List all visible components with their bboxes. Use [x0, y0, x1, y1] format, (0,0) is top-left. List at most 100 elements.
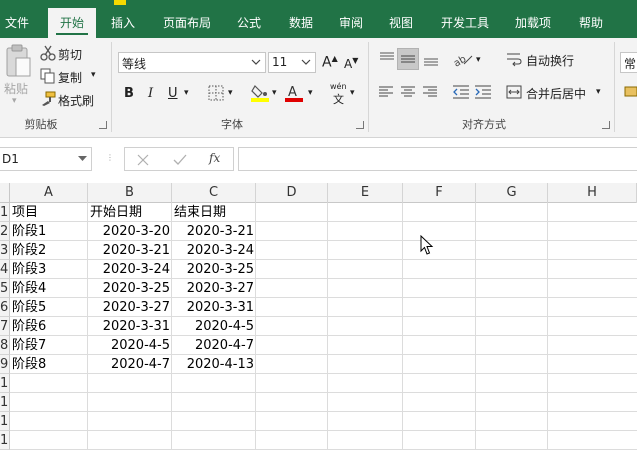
tab-file[interactable]: 文件 [0, 8, 34, 38]
row-header[interactable]: 5 [0, 279, 10, 298]
cell-b12[interactable] [88, 412, 172, 431]
chevron-down-icon[interactable] [78, 156, 87, 162]
wrap-text-button[interactable]: 自动换行 [526, 52, 574, 69]
paste-label[interactable]: 粘贴 [4, 80, 28, 97]
cell-c7[interactable]: 2020-4-5 [172, 317, 256, 336]
cell-c1[interactable]: 结束日期 [172, 203, 256, 222]
underline-dropdown-icon[interactable]: ▾ [184, 88, 189, 98]
font-name-combo[interactable]: 等线 [118, 52, 266, 73]
select-all-corner[interactable] [0, 183, 10, 203]
orientation-dropdown-icon[interactable]: ▾ [476, 55, 481, 65]
copy-button[interactable]: 复制 [58, 69, 82, 86]
tab-page-layout[interactable]: 页面布局 [156, 8, 218, 38]
cell-b2[interactable]: 2020-3-20 [88, 222, 172, 241]
cell-b6[interactable]: 2020-3-27 [88, 298, 172, 317]
cell-a1[interactable]: 项目 [10, 203, 88, 222]
tab-help[interactable]: 帮助 [572, 8, 610, 38]
format-painter-icon[interactable] [40, 91, 56, 107]
borders-icon[interactable] [208, 85, 224, 101]
cancel-entry-icon[interactable] [137, 154, 149, 166]
font-color-dropdown-icon[interactable]: ▾ [308, 88, 313, 98]
cell-b10[interactable] [88, 374, 172, 393]
cell-a8[interactable]: 阶段7 [10, 336, 88, 355]
copy-dropdown-icon[interactable]: ▾ [91, 70, 96, 80]
row-header[interactable]: 10 [0, 374, 10, 393]
cell-a10[interactable] [10, 374, 88, 393]
bold-button[interactable]: B [124, 86, 134, 101]
formula-input[interactable] [238, 147, 637, 171]
name-box[interactable]: D1 [0, 147, 92, 171]
cell-c4[interactable]: 2020-3-25 [172, 260, 256, 279]
column-header-h[interactable]: H [548, 183, 637, 203]
tab-addins[interactable]: 加载项 [508, 8, 558, 38]
cell-a5[interactable]: 阶段4 [10, 279, 88, 298]
fill-color-icon[interactable] [250, 83, 270, 103]
row-header[interactable]: 12 [0, 412, 10, 431]
cell-a2[interactable]: 阶段1 [10, 222, 88, 241]
align-right-icon[interactable] [422, 84, 438, 100]
row-header[interactable]: 9 [0, 355, 10, 374]
row-header[interactable]: 3 [0, 241, 10, 260]
cell-c8[interactable]: 2020-4-7 [172, 336, 256, 355]
fill-color-dropdown-icon[interactable]: ▾ [272, 88, 277, 98]
column-header-d[interactable]: D [256, 183, 328, 203]
row-header[interactable]: 4 [0, 260, 10, 279]
cell-b11[interactable] [88, 393, 172, 412]
cell-c11[interactable] [172, 393, 256, 412]
cell-a13[interactable] [10, 431, 88, 450]
cell-b4[interactable]: 2020-3-24 [88, 260, 172, 279]
cell-c13[interactable] [172, 431, 256, 450]
wrap-text-icon[interactable] [506, 51, 522, 67]
font-dialog-launcher[interactable] [356, 121, 364, 129]
cell-b5[interactable]: 2020-3-25 [88, 279, 172, 298]
merge-center-dropdown-icon[interactable]: ▾ [596, 87, 601, 97]
cell-b1[interactable]: 开始日期 [88, 203, 172, 222]
row-header[interactable]: 6 [0, 298, 10, 317]
increase-font-size-button[interactable]: A▲ [322, 54, 338, 71]
tab-review[interactable]: 审阅 [332, 8, 370, 38]
paste-dropdown-icon[interactable]: ▾ [12, 96, 17, 106]
cell-a6[interactable]: 阶段5 [10, 298, 88, 317]
cell-a4[interactable]: 阶段3 [10, 260, 88, 279]
decrease-font-size-button[interactable]: A▼ [344, 56, 358, 71]
phonetic-dropdown-icon[interactable]: ▾ [350, 88, 355, 98]
cell-c6[interactable]: 2020-3-31 [172, 298, 256, 317]
column-header-c[interactable]: C [172, 183, 256, 203]
cell-a12[interactable] [10, 412, 88, 431]
cell-b3[interactable]: 2020-3-21 [88, 241, 172, 260]
column-header-g[interactable]: G [476, 183, 548, 203]
font-size-combo[interactable]: 11 [268, 52, 316, 73]
cell-a3[interactable]: 阶段2 [10, 241, 88, 260]
cell-c12[interactable] [172, 412, 256, 431]
cell-a11[interactable] [10, 393, 88, 412]
increase-indent-icon[interactable] [474, 84, 492, 100]
cell-c9[interactable]: 2020-4-13 [172, 355, 256, 374]
cell-c5[interactable]: 2020-3-27 [172, 279, 256, 298]
tab-data[interactable]: 数据 [282, 8, 320, 38]
borders-dropdown-icon[interactable]: ▾ [228, 88, 233, 98]
row-header[interactable]: 7 [0, 317, 10, 336]
cell-a7[interactable]: 阶段6 [10, 317, 88, 336]
middle-align-button[interactable] [397, 48, 419, 70]
currency-format-icon[interactable] [624, 84, 637, 100]
clipboard-dialog-launcher[interactable] [99, 121, 107, 129]
cell-c3[interactable]: 2020-3-24 [172, 241, 256, 260]
merge-center-button[interactable]: 合并后居中 [526, 85, 586, 102]
chevron-down-icon[interactable] [251, 58, 261, 66]
cell-b13[interactable] [88, 431, 172, 450]
tab-home[interactable]: 开始 [48, 8, 96, 38]
format-painter-button[interactable]: 格式刷 [58, 92, 94, 109]
underline-button[interactable]: U [168, 86, 178, 101]
copy-icon[interactable] [40, 68, 56, 84]
worksheet-grid[interactable]: A B C D E F G H 1 项目 开始日期 结束日期 2 阶段1 2020-3-20 2020-3-2… [0, 183, 637, 450]
column-header-a[interactable]: A [10, 183, 88, 203]
row-header[interactable]: 8 [0, 336, 10, 355]
cell-b7[interactable]: 2020-3-31 [88, 317, 172, 336]
align-center-icon[interactable] [400, 84, 416, 100]
cell-b9[interactable]: 2020-4-7 [88, 355, 172, 374]
tab-developer[interactable]: 开发工具 [434, 8, 496, 38]
cell-a9[interactable]: 阶段8 [10, 355, 88, 374]
confirm-entry-icon[interactable] [173, 154, 187, 166]
row-header[interactable]: 11 [0, 393, 10, 412]
alignment-dialog-launcher[interactable] [602, 121, 610, 129]
